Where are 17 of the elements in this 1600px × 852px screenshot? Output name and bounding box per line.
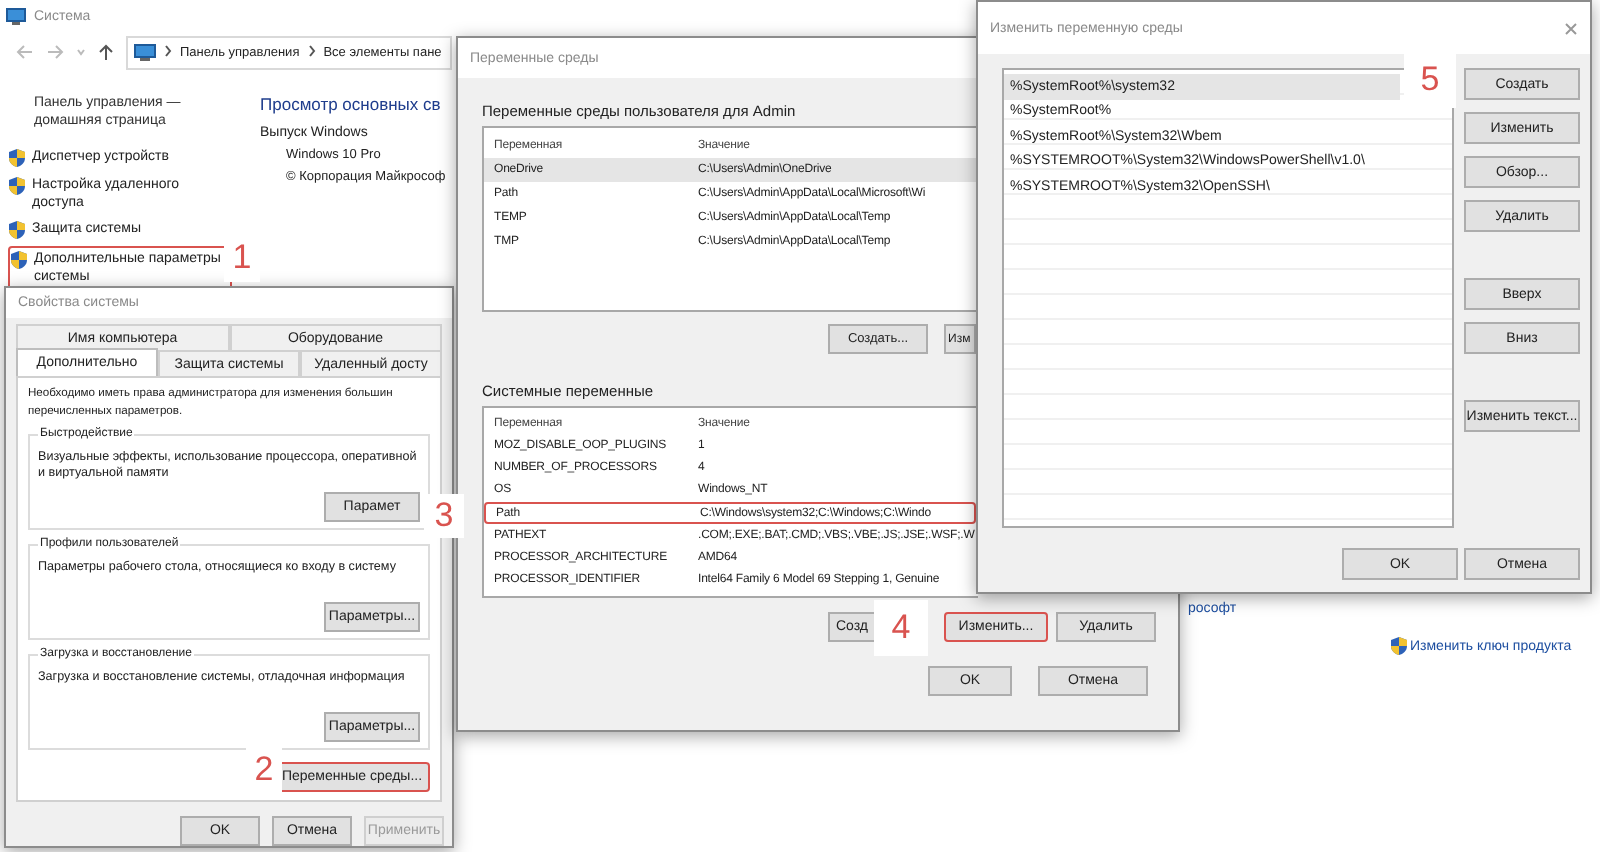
monitor-icon	[134, 43, 156, 61]
chevron-icon	[164, 43, 172, 61]
shield-icon	[8, 148, 26, 168]
forward-arrow-icon[interactable]	[46, 43, 64, 59]
chevron-icon	[307, 43, 316, 61]
shield-icon	[10, 250, 28, 270]
close-icon[interactable]	[1564, 21, 1578, 35]
step-number: 3	[432, 494, 456, 538]
back-arrow-icon[interactable]	[16, 43, 34, 59]
up-arrow-icon[interactable]	[98, 43, 114, 61]
step-number: 5	[1418, 58, 1442, 102]
page-heading: Просмотр основных св	[260, 94, 441, 114]
shield-icon	[1390, 636, 1408, 656]
shield-icon	[8, 220, 26, 240]
step-number: 4	[889, 606, 913, 650]
shield-icon	[8, 176, 26, 196]
monitor-icon	[6, 7, 26, 25]
